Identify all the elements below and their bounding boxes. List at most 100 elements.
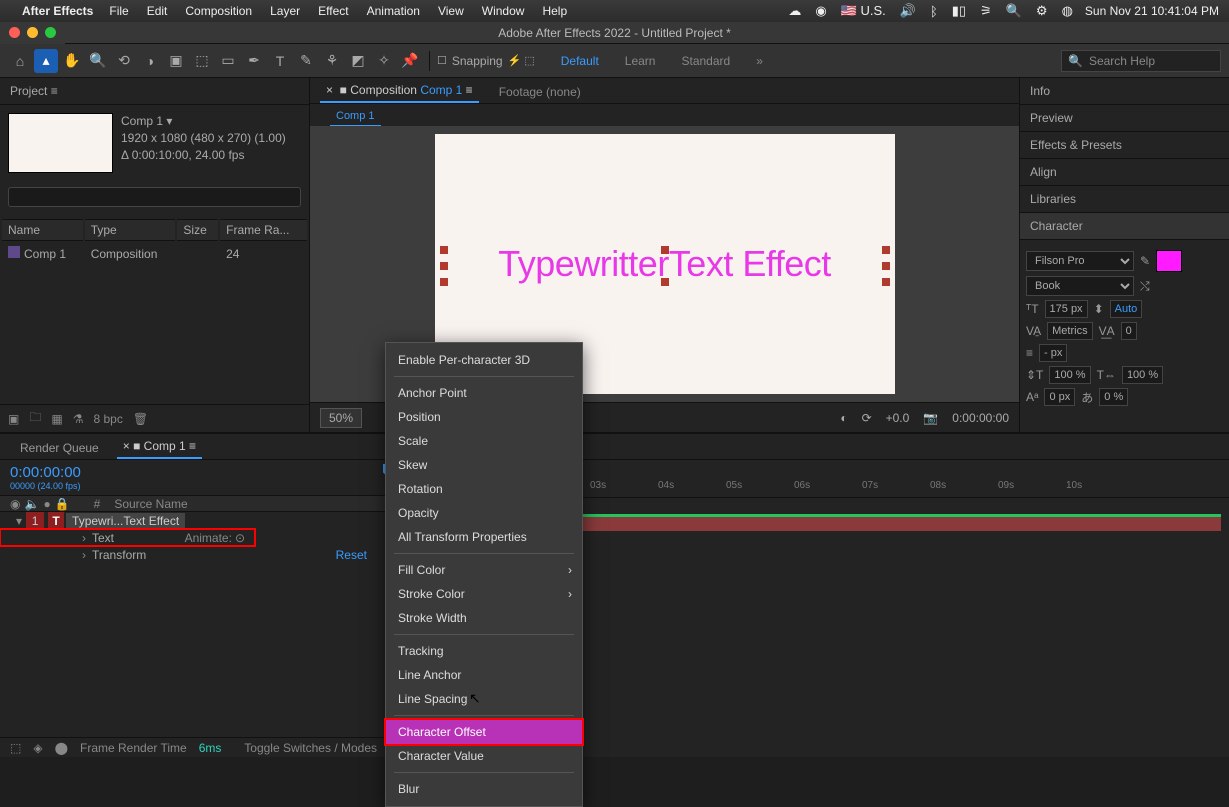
menu-file[interactable]: File bbox=[109, 4, 128, 18]
menu-item-anchor-point[interactable]: Anchor Point bbox=[386, 381, 582, 405]
panel-libraries[interactable]: Libraries bbox=[1020, 186, 1229, 213]
exposure-value[interactable]: +0.0 bbox=[886, 411, 910, 425]
vertical-scale[interactable]: 100 % bbox=[1049, 366, 1090, 384]
panel-align[interactable]: Align bbox=[1020, 159, 1229, 186]
col-framerate[interactable]: Frame Ra... bbox=[220, 219, 307, 241]
tab-render-queue[interactable]: Render Queue bbox=[14, 437, 105, 459]
font-weight[interactable]: Book bbox=[1026, 276, 1134, 296]
project-search[interactable] bbox=[8, 187, 301, 207]
frame-blend-icon[interactable]: ◈ bbox=[33, 741, 42, 755]
menu-item-line-anchor[interactable]: Line Anchor bbox=[386, 663, 582, 687]
new-folder-icon[interactable]: 🗀 bbox=[29, 408, 41, 429]
cc-icon[interactable]: ◉ bbox=[815, 3, 826, 19]
panel-info[interactable]: Info bbox=[1020, 78, 1229, 105]
transform-handle[interactable] bbox=[882, 262, 890, 270]
control-center-icon[interactable]: ⚙ bbox=[1036, 3, 1048, 19]
reset-exposure-icon[interactable]: ⟳ bbox=[862, 411, 872, 425]
tracking-val[interactable]: 0 bbox=[1121, 322, 1137, 340]
shape-tool[interactable]: ▭ bbox=[216, 49, 240, 73]
spotlight-icon[interactable]: 🔍 bbox=[1006, 3, 1022, 19]
menu-item-rotation[interactable]: Rotation bbox=[386, 477, 582, 501]
type-tool[interactable]: T bbox=[268, 49, 292, 73]
layer-name[interactable]: Typewri...Text Effect bbox=[66, 513, 185, 529]
reset-transform[interactable]: Reset bbox=[336, 548, 367, 562]
menu-item-fill-color[interactable]: Fill Color bbox=[386, 558, 582, 582]
animate-menu-trigger[interactable]: Animate: ⊙ bbox=[185, 531, 245, 545]
transform-handle[interactable] bbox=[440, 278, 448, 286]
clone-tool[interactable]: ⚘ bbox=[320, 49, 344, 73]
project-settings-icon[interactable]: ⚗ bbox=[73, 412, 84, 426]
help-search[interactable]: 🔍 Search Help bbox=[1061, 50, 1221, 72]
rotation-tool[interactable]: ◑ bbox=[138, 49, 162, 73]
shy-icon[interactable]: ⬚ bbox=[10, 741, 21, 755]
zoom-dropdown[interactable]: 50% bbox=[320, 408, 362, 428]
menu-item-tracking[interactable]: Tracking bbox=[386, 639, 582, 663]
menu-item-scale[interactable]: Scale bbox=[386, 429, 582, 453]
leading[interactable]: Auto bbox=[1110, 300, 1143, 318]
workspace-learn[interactable]: Learn bbox=[625, 54, 656, 68]
transform-handle[interactable] bbox=[882, 278, 890, 286]
project-row[interactable]: Comp 1 Composition 24 bbox=[2, 243, 307, 264]
toggle-switches[interactable]: Toggle Switches / Modes bbox=[244, 741, 377, 755]
transform-handle[interactable] bbox=[882, 246, 890, 254]
menu-item-character-offset[interactable]: Character Offset bbox=[386, 720, 582, 744]
pen-tool[interactable]: ✒ bbox=[242, 49, 266, 73]
menu-help[interactable]: Help bbox=[542, 4, 567, 18]
new-comp-icon[interactable]: ▦ bbox=[51, 412, 62, 426]
menu-composition[interactable]: Composition bbox=[185, 4, 252, 18]
col-name[interactable]: Name bbox=[2, 219, 83, 241]
roto-tool[interactable]: ✧ bbox=[372, 49, 396, 73]
menu-item-character-value[interactable]: Character Value bbox=[386, 744, 582, 768]
battery-icon[interactable]: ▮▯ bbox=[952, 3, 966, 19]
preview-time[interactable]: 0:00:00:00 bbox=[952, 411, 1009, 425]
minimize-window[interactable] bbox=[27, 27, 38, 38]
workspace-overflow[interactable]: » bbox=[756, 54, 763, 68]
audio-col-icon[interactable]: 🔈 bbox=[24, 497, 39, 511]
swap-colors-icon[interactable]: ⤭ bbox=[1140, 279, 1150, 294]
bluetooth-icon[interactable]: ᛒ bbox=[930, 4, 938, 19]
transform-handle[interactable] bbox=[661, 246, 669, 254]
menu-item-opacity[interactable]: Opacity bbox=[386, 501, 582, 525]
stroke-width[interactable]: - px bbox=[1039, 344, 1067, 362]
horizontal-scale[interactable]: 100 % bbox=[1122, 366, 1163, 384]
eye-col-icon[interactable]: ◉ bbox=[10, 497, 20, 511]
property-text[interactable]: ›Text Animate: ⊙ bbox=[0, 529, 255, 546]
wifi-icon[interactable]: ⚞ bbox=[980, 3, 992, 19]
menu-item-enable-per-character-3d[interactable]: Enable Per-character 3D bbox=[386, 348, 582, 372]
font-size[interactable]: 175 px bbox=[1045, 300, 1088, 318]
menu-item-blur[interactable]: Blur bbox=[386, 777, 582, 801]
eraser-tool[interactable]: ◩ bbox=[346, 49, 370, 73]
interpret-icon[interactable]: ▣ bbox=[8, 412, 19, 426]
font-family[interactable]: Filson Pro bbox=[1026, 251, 1134, 271]
workspace-standard[interactable]: Standard bbox=[681, 54, 730, 68]
siri-icon[interactable]: ◍ bbox=[1062, 3, 1073, 19]
menu-edit[interactable]: Edit bbox=[147, 4, 168, 18]
menu-item-stroke-width[interactable]: Stroke Width bbox=[386, 606, 582, 630]
snapshot-icon[interactable]: 📷 bbox=[923, 411, 938, 425]
color-mgmt-icon[interactable]: ◐ bbox=[840, 411, 847, 425]
tsume[interactable]: 0 % bbox=[1099, 388, 1128, 406]
kerning[interactable]: Metrics bbox=[1047, 322, 1092, 340]
transform-handle[interactable] bbox=[440, 262, 448, 270]
panel-preview[interactable]: Preview bbox=[1020, 105, 1229, 132]
bpc-label[interactable]: 8 bpc bbox=[93, 412, 122, 426]
zoom-window[interactable] bbox=[45, 27, 56, 38]
col-size[interactable]: Size bbox=[177, 219, 218, 241]
source-name-col[interactable]: Source Name bbox=[114, 497, 187, 511]
menu-item-stroke-color[interactable]: Stroke Color bbox=[386, 582, 582, 606]
transform-handle[interactable] bbox=[661, 278, 669, 286]
composition-tab[interactable]: × ■ Composition Comp 1 ≡ bbox=[320, 79, 479, 103]
app-name[interactable]: After Effects bbox=[22, 4, 93, 18]
panel-character[interactable]: Character bbox=[1020, 213, 1229, 240]
baseline-shift[interactable]: 0 px bbox=[1044, 388, 1075, 406]
selection-tool[interactable]: ▴ bbox=[34, 49, 58, 73]
current-timecode[interactable]: 0:00:00:00 bbox=[10, 464, 81, 481]
property-transform[interactable]: ›Transform Reset bbox=[0, 546, 387, 563]
col-type[interactable]: Type bbox=[85, 219, 176, 241]
pan-behind-tool[interactable]: ⬚ bbox=[190, 49, 214, 73]
menu-item-all-transform-properties[interactable]: All Transform Properties bbox=[386, 525, 582, 549]
panel-effects-presets[interactable]: Effects & Presets bbox=[1020, 132, 1229, 159]
transform-handle[interactable] bbox=[440, 246, 448, 254]
fill-color-swatch[interactable] bbox=[1156, 250, 1182, 272]
project-panel-label[interactable]: Project bbox=[10, 84, 47, 98]
